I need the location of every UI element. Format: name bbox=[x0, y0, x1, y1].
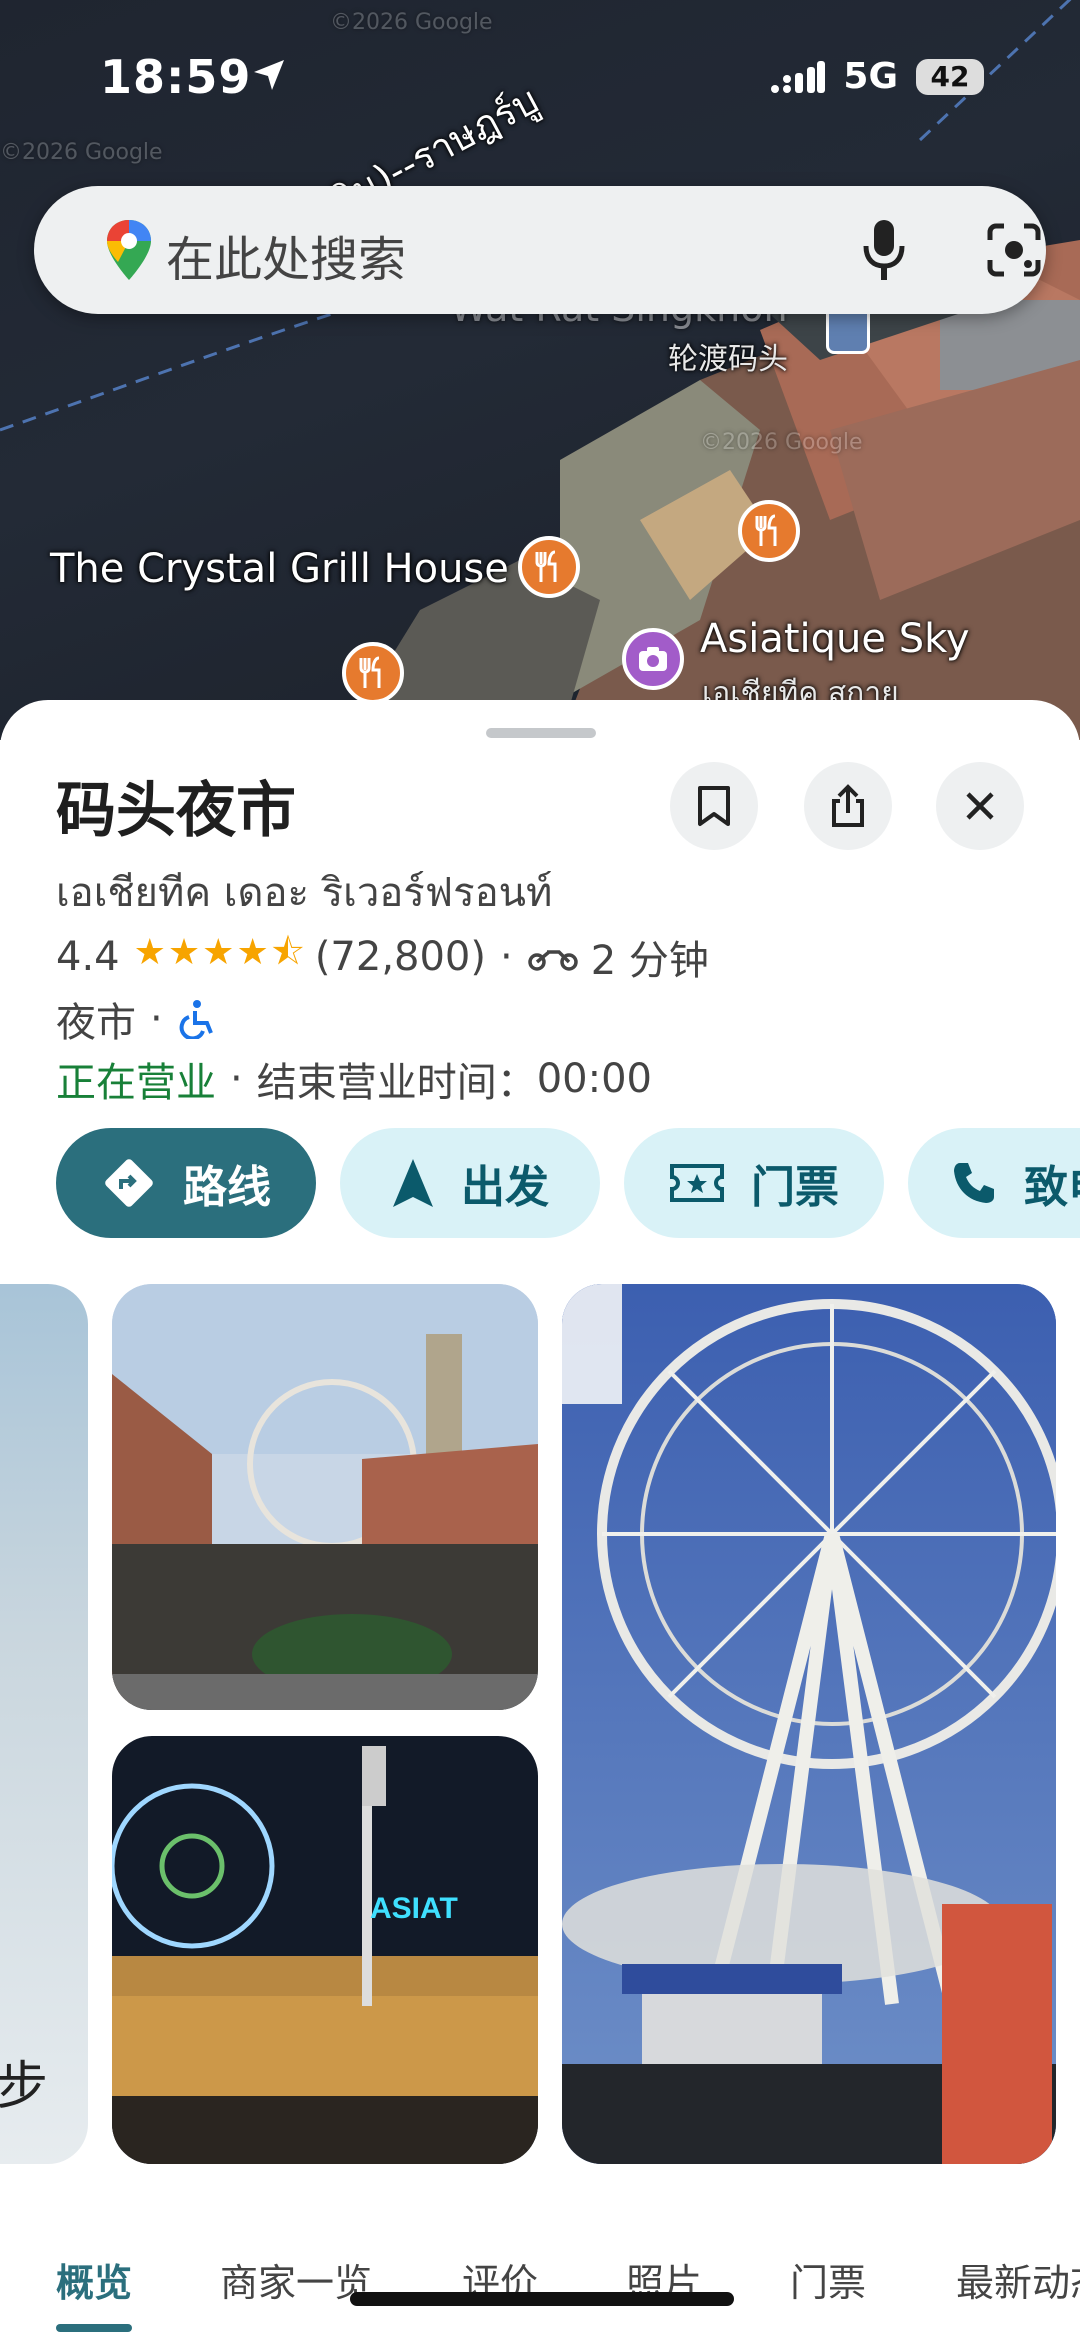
google-lens-icon[interactable] bbox=[984, 220, 1044, 280]
bookmark-icon bbox=[698, 786, 730, 826]
photo-tile[interactable] bbox=[112, 1284, 538, 1710]
map-ferry-label[interactable]: 轮渡码头 bbox=[668, 334, 788, 378]
map-label-asiatique-sky[interactable]: Asiatique Sky bbox=[700, 616, 970, 662]
tab-updates[interactable]: 最新动态 bbox=[956, 2252, 1080, 2307]
map-label-crystal-grill[interactable]: The Crystal Grill House bbox=[50, 546, 509, 592]
separator: · bbox=[499, 933, 513, 980]
map-watermark: ©2026 Google bbox=[0, 140, 163, 165]
status-bar: 18:59 5G 42 bbox=[0, 50, 1080, 110]
network-type: 5G bbox=[843, 56, 898, 97]
action-chips: 路线 出发 门票 致电 bbox=[56, 1128, 1080, 1238]
share-button[interactable] bbox=[804, 762, 892, 850]
navigation-arrow-icon bbox=[393, 1159, 433, 1207]
tab-overview[interactable]: 概览 bbox=[56, 2252, 132, 2307]
map-view[interactable]: ©2026 Google ©2026 Google ©2026 Google ล… bbox=[0, 0, 1080, 740]
review-count[interactable]: (72,800) bbox=[315, 934, 486, 980]
open-status: 正在营业 bbox=[56, 1060, 216, 1106]
close-button[interactable] bbox=[936, 762, 1024, 850]
active-tab-indicator bbox=[56, 2324, 132, 2332]
restaurant-pin-icon[interactable] bbox=[518, 536, 580, 598]
signal-icon bbox=[771, 60, 826, 93]
photo-tile[interactable] bbox=[562, 1284, 1056, 2164]
photo-caption: 步 bbox=[0, 2057, 49, 2117]
call-button[interactable]: 致电 bbox=[908, 1128, 1080, 1238]
search-input[interactable]: 在此处搜索 bbox=[166, 220, 406, 290]
map-watermark: ©2026 Google bbox=[330, 10, 493, 35]
separator: · bbox=[230, 1056, 243, 1102]
status-time: 18:59 bbox=[100, 50, 252, 104]
tickets-button[interactable]: 门票 bbox=[624, 1128, 884, 1238]
place-category: 夜市 bbox=[56, 1000, 136, 1046]
ticket-icon bbox=[670, 1164, 724, 1202]
directions-button[interactable]: 路线 bbox=[56, 1128, 316, 1238]
hours-label: 结束营业时间： bbox=[256, 1060, 537, 1106]
photo-tile[interactable]: 步 bbox=[0, 1284, 88, 2164]
close-icon bbox=[966, 792, 994, 820]
sheet-drag-handle[interactable] bbox=[486, 728, 596, 738]
microphone-icon[interactable] bbox=[854, 216, 914, 284]
location-arrow-icon bbox=[254, 60, 284, 90]
star-rating-icon: ★★★★⯪ bbox=[133, 932, 307, 973]
photo-carousel[interactable]: 步 ASIAT bbox=[0, 1284, 1080, 2164]
category-row: 夜市 · bbox=[56, 990, 215, 1048]
place-title: 码头夜市 bbox=[56, 776, 296, 846]
photo-tile[interactable]: ASIAT bbox=[112, 1736, 538, 2164]
tab-tickets[interactable]: 门票 bbox=[790, 2252, 866, 2307]
search-bar[interactable]: 在此处搜索 bbox=[34, 186, 1046, 314]
call-label: 致电 bbox=[1024, 1162, 1080, 1213]
place-details-sheet[interactable]: 码头夜市 เอเชียทีค เดอะ ริเวอร์ฟรอนท์ 4.4 ★★… bbox=[0, 700, 1080, 2341]
hours-row[interactable]: 正在营业 · 结束营业时间： 00:00 bbox=[56, 1050, 652, 1108]
save-button[interactable] bbox=[670, 762, 758, 850]
restaurant-pin-icon[interactable] bbox=[738, 500, 800, 562]
market-night-photo: ASIAT bbox=[112, 1736, 538, 2164]
rating-row[interactable]: 4.4 ★★★★⯪ (72,800) · 2 分钟 bbox=[56, 926, 709, 987]
rating-value: 4.4 bbox=[56, 933, 120, 980]
map-watermark: ©2026 Google bbox=[700, 430, 863, 455]
directions-icon bbox=[105, 1159, 153, 1207]
motorcycle-icon bbox=[527, 949, 578, 971]
wheelchair-accessible-icon bbox=[179, 1000, 213, 1039]
phone-icon bbox=[954, 1163, 994, 1203]
ferris-wheel-photo bbox=[562, 1284, 1056, 2164]
tickets-label: 门票 bbox=[751, 1162, 839, 1213]
place-subtitle: เอเชียทีค เดอะ ริเวอร์ฟรอนท์ bbox=[56, 870, 553, 916]
market-daytime-photo bbox=[112, 1284, 538, 1710]
start-navigation-button[interactable]: 出发 bbox=[340, 1128, 600, 1238]
directions-label: 路线 bbox=[183, 1162, 271, 1213]
camera-pin-icon[interactable] bbox=[622, 628, 684, 690]
svg-text:ASIAT: ASIAT bbox=[370, 1892, 458, 1925]
closing-time: 00:00 bbox=[536, 1056, 652, 1102]
tab-bar: 概览 商家一览 评价 照片 门票 最新动态 bbox=[0, 2230, 1080, 2341]
google-maps-pin-icon bbox=[107, 220, 151, 280]
restaurant-pin-icon[interactable] bbox=[342, 642, 404, 704]
separator: · bbox=[150, 996, 163, 1042]
battery-indicator: 42 bbox=[916, 58, 984, 95]
travel-time: 2 分钟 bbox=[590, 937, 709, 984]
home-indicator[interactable] bbox=[350, 2292, 734, 2306]
share-icon bbox=[832, 784, 864, 827]
start-label: 出发 bbox=[461, 1162, 549, 1213]
